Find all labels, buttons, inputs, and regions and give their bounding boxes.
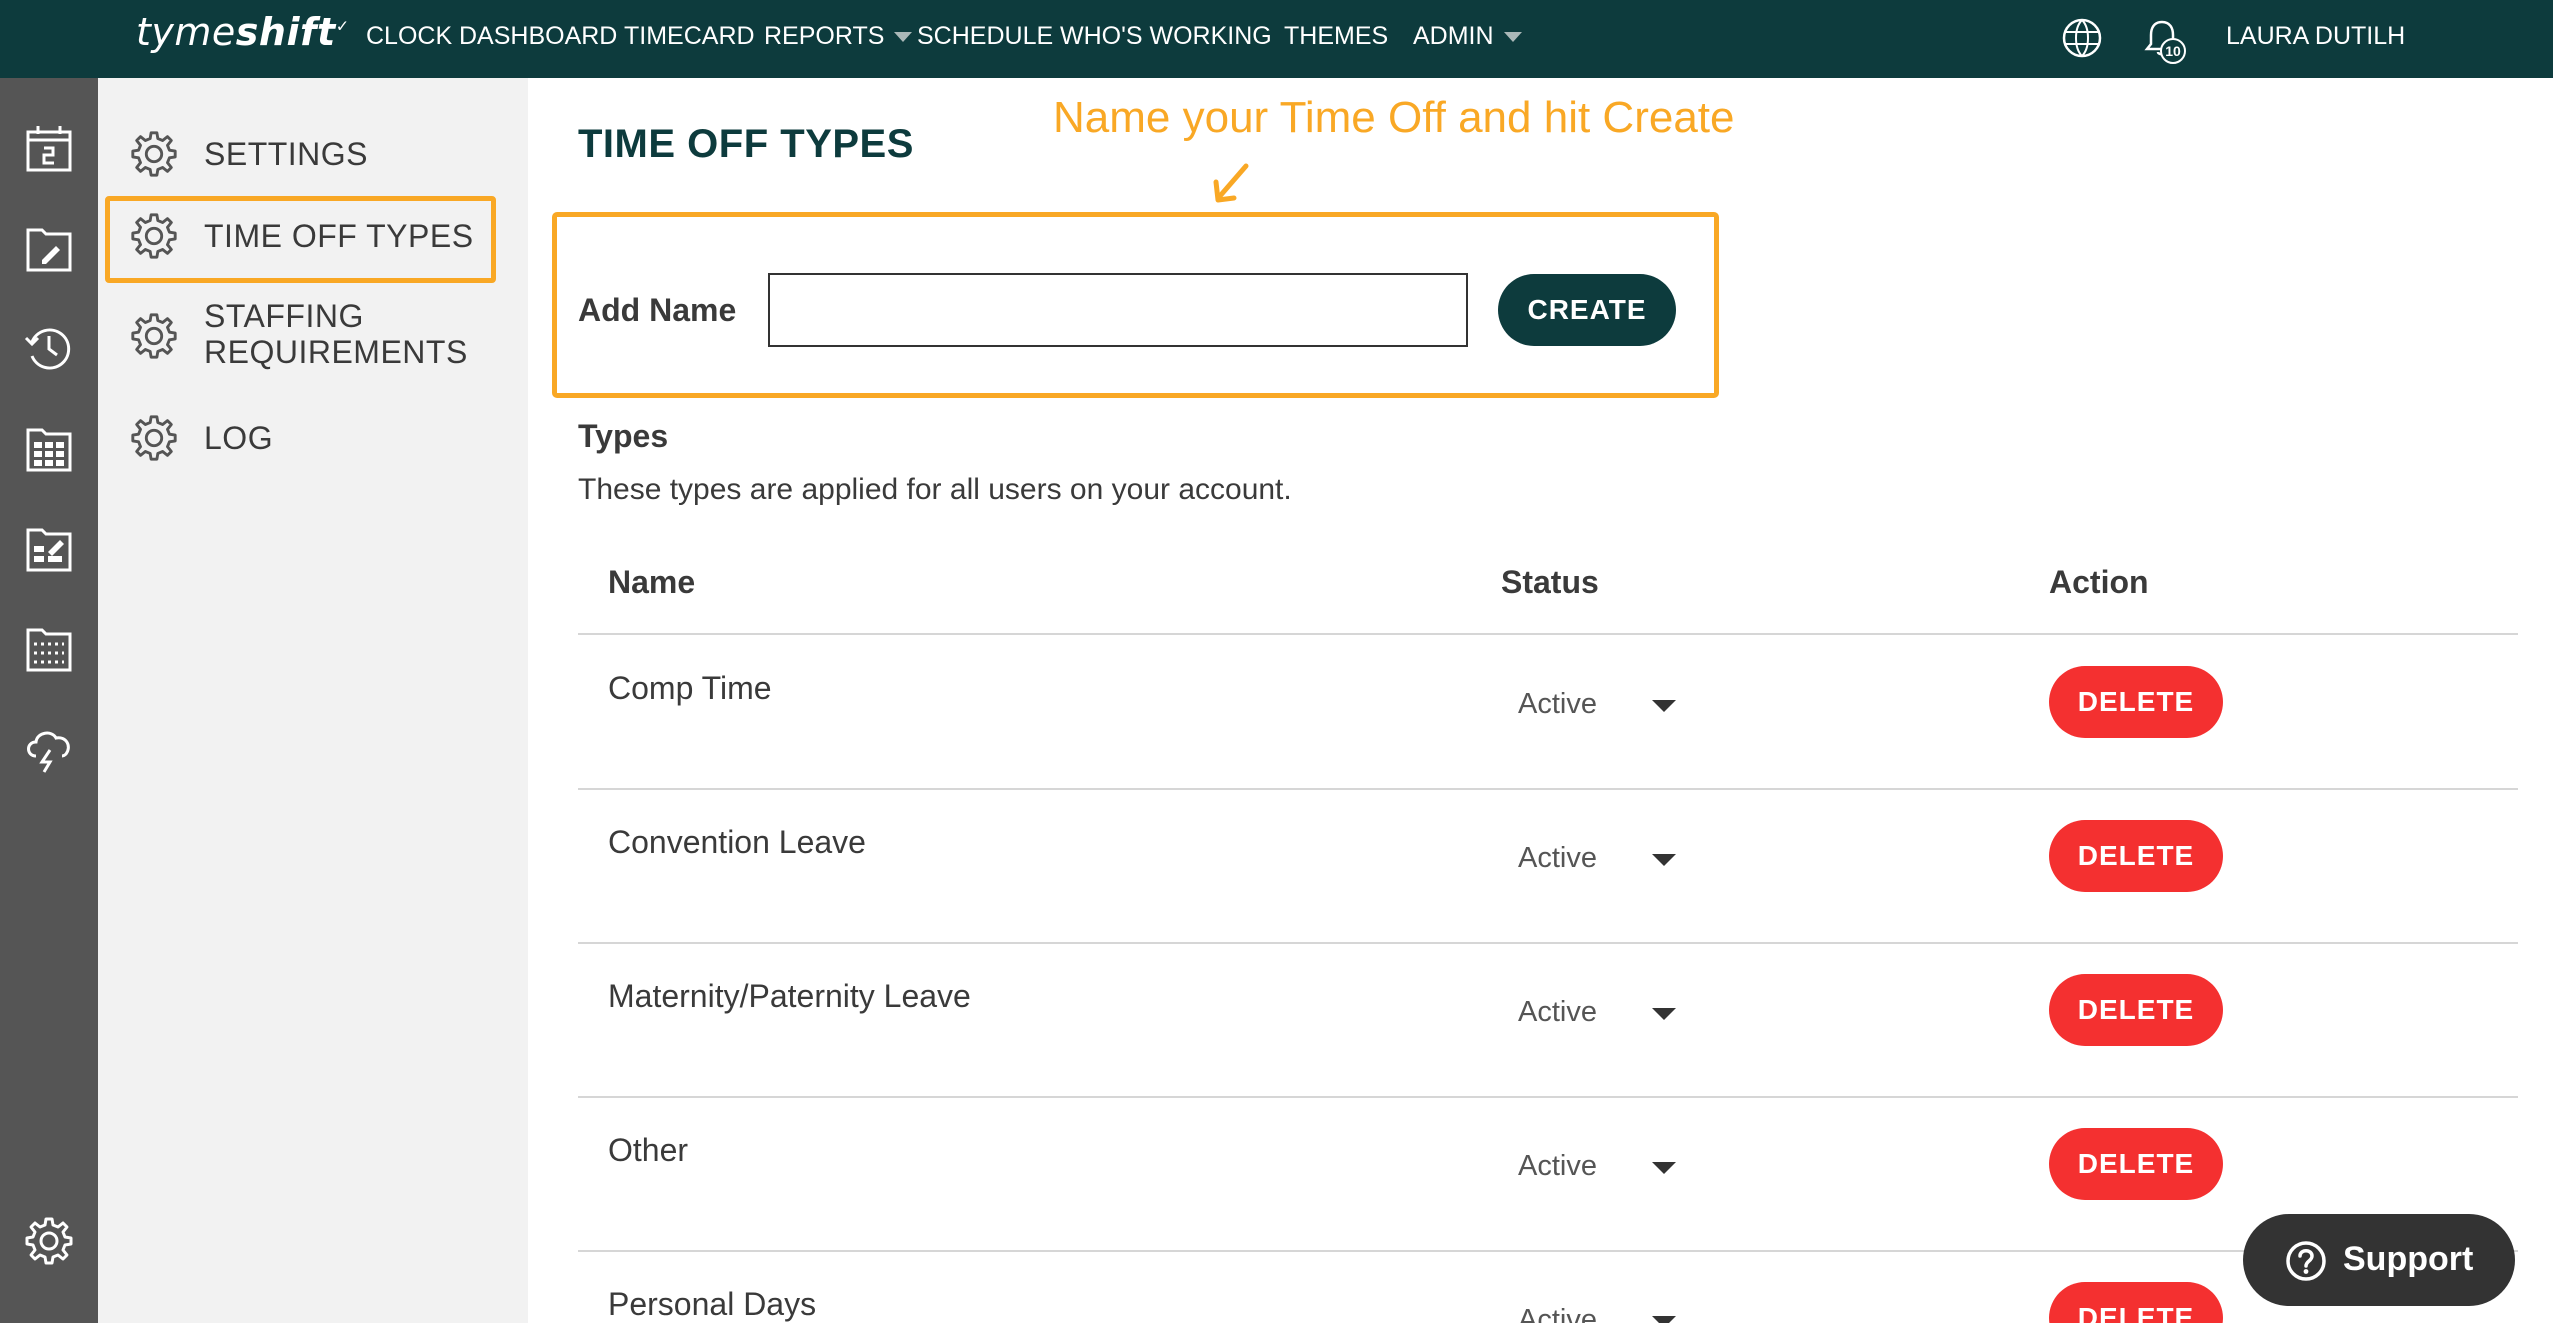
- delete-button[interactable]: DELETE: [2049, 666, 2223, 738]
- add-name-label: Add Name: [578, 292, 737, 328]
- delete-button[interactable]: DELETE: [2049, 1282, 2223, 1323]
- nav-admin[interactable]: ADMIN: [1413, 22, 1522, 56]
- user-menu[interactable]: LAURA DUTILH: [2226, 22, 2405, 51]
- tymeshift-logo[interactable]: tymeshift✓: [136, 10, 350, 54]
- icon-rail: [0, 78, 98, 1323]
- annotation-arrow-icon: [1213, 163, 1249, 203]
- status-dropdown[interactable]: Active: [1500, 1140, 1690, 1190]
- type-name: Personal Days: [608, 1286, 817, 1322]
- gear-icon: [131, 313, 177, 359]
- nav-reports-label: REPORTS: [764, 22, 885, 50]
- logo-text-light: tyme: [136, 10, 236, 54]
- delete-button[interactable]: DELETE: [2049, 1128, 2223, 1200]
- status-value: Active: [1518, 996, 1597, 1028]
- sidebar-item-label-line2: REQUIREMENTS: [204, 334, 468, 370]
- tutorial-annotation: Name your Time Off and hit Create: [1053, 93, 1735, 142]
- sidebar-item-label-line1: STAFFING: [204, 298, 364, 334]
- notifications-bell-icon[interactable]: 10: [2140, 16, 2186, 64]
- nav-dashboard[interactable]: DASHBOARD: [459, 22, 617, 56]
- sidebar-item-label: LOG: [204, 420, 274, 456]
- sidebar-item-label: STAFFING REQUIREMENTS: [204, 298, 468, 370]
- page-title: TIME OFF TYPES: [578, 122, 914, 166]
- top-navigation-bar: tymeshift✓ CLOCK DASHBOARD TIMECARD REPO…: [0, 0, 2553, 78]
- delete-button[interactable]: DELETE: [2049, 974, 2223, 1046]
- nav-reports[interactable]: REPORTS: [764, 22, 913, 56]
- chevron-down-icon: [894, 32, 913, 43]
- table-divider: [578, 633, 2518, 635]
- type-name: Maternity/Paternity Leave: [608, 978, 971, 1014]
- sidebar-item-label: SETTINGS: [204, 136, 369, 172]
- status-value: Active: [1518, 1150, 1597, 1182]
- chart-edit-icon[interactable]: [22, 522, 76, 576]
- help-question-icon: [2286, 1241, 2326, 1281]
- chevron-down-icon: [1503, 32, 1522, 43]
- settings-gear-icon[interactable]: [22, 1214, 76, 1268]
- type-name: Other: [608, 1132, 689, 1168]
- cloud-storm-icon[interactable]: [22, 722, 76, 776]
- caret-down-icon: [1652, 700, 1676, 712]
- column-header-status: Status: [1501, 564, 1599, 600]
- gear-icon: [131, 131, 177, 177]
- status-dropdown[interactable]: Active: [1500, 1294, 1690, 1323]
- support-label: Support: [2343, 1240, 2474, 1278]
- table-divider: [578, 942, 2518, 944]
- time-off-name-input[interactable]: [768, 273, 1468, 347]
- nav-themes[interactable]: THEMES: [1284, 22, 1388, 56]
- sidebar-highlight-annotation: [105, 196, 496, 283]
- report-grid-icon[interactable]: [22, 422, 76, 476]
- nav-admin-label: ADMIN: [1413, 22, 1494, 50]
- column-header-action: Action: [2049, 564, 2149, 600]
- nav-whos-working[interactable]: WHO'S WORKING: [1060, 22, 1272, 56]
- nav-schedule[interactable]: SCHEDULE: [917, 22, 1053, 56]
- caret-down-icon: [1652, 1316, 1676, 1323]
- status-dropdown[interactable]: Active: [1500, 678, 1690, 728]
- caret-down-icon: [1652, 1008, 1676, 1020]
- table-divider: [578, 788, 2518, 790]
- edit-file-icon[interactable]: [22, 222, 76, 276]
- status-value: Active: [1518, 688, 1597, 720]
- column-header-name: Name: [608, 564, 696, 600]
- type-name: Comp Time: [608, 670, 772, 706]
- types-description: These types are applied for all users on…: [578, 473, 1292, 506]
- status-dropdown[interactable]: Active: [1500, 986, 1690, 1036]
- create-button[interactable]: CREATE: [1498, 274, 1676, 346]
- schedule-grid-icon[interactable]: [22, 622, 76, 676]
- gear-icon: [131, 415, 177, 461]
- language-globe-icon[interactable]: [2060, 16, 2104, 60]
- table-divider: [578, 1250, 2518, 1252]
- nav-clock[interactable]: CLOCK: [366, 22, 452, 56]
- nav-timecard[interactable]: TIMECARD: [624, 22, 755, 56]
- delete-button[interactable]: DELETE: [2049, 820, 2223, 892]
- support-button[interactable]: Support: [2243, 1214, 2515, 1306]
- caret-down-icon: [1652, 1162, 1676, 1174]
- notification-badge: 10: [2160, 38, 2186, 64]
- status-value: Active: [1518, 1304, 1597, 1323]
- type-name: Convention Leave: [608, 824, 866, 860]
- types-heading: Types: [578, 418, 669, 454]
- caret-down-icon: [1652, 854, 1676, 866]
- status-dropdown[interactable]: Active: [1500, 832, 1690, 882]
- logo-mark: ✓: [335, 16, 350, 36]
- logo-text-bold: shift: [235, 10, 336, 54]
- table-divider: [578, 1096, 2518, 1098]
- calendar-icon[interactable]: [22, 122, 76, 176]
- status-value: Active: [1518, 842, 1597, 874]
- time-history-icon[interactable]: [22, 322, 76, 376]
